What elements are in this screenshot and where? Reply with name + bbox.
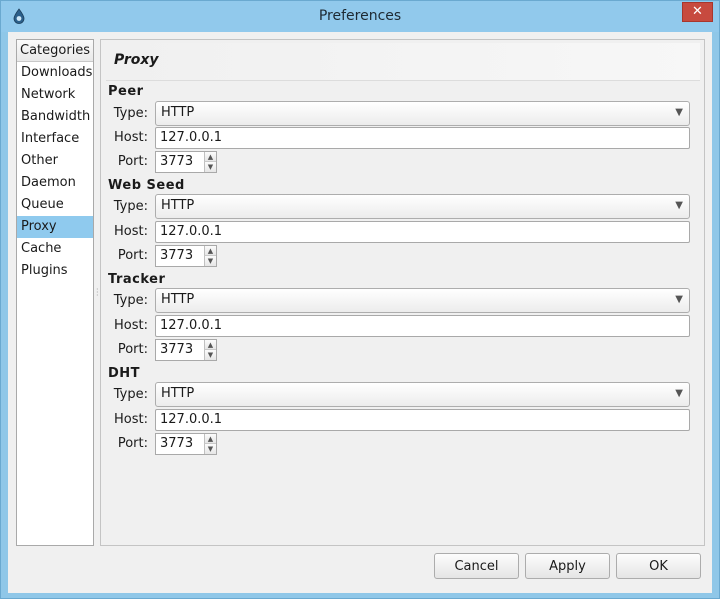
categories-list[interactable]: Categories Downloads Network Bandwidth I…	[16, 39, 94, 546]
category-cache[interactable]: Cache	[17, 238, 93, 260]
category-other[interactable]: Other	[17, 150, 93, 172]
web-seed-port-value: 3773	[160, 248, 194, 263]
category-proxy[interactable]: Proxy	[17, 216, 93, 238]
peer-port-spinner[interactable]: 3773 ▲ ▼	[155, 151, 217, 173]
port-label: Port:	[117, 248, 148, 263]
type-label: Type:	[113, 199, 148, 214]
tracker-host-input[interactable]: 127.0.0.1	[155, 315, 690, 337]
port-label: Port:	[117, 436, 148, 451]
host-label: Host:	[114, 224, 148, 239]
tracker-port-spinner[interactable]: 3773 ▲ ▼	[155, 339, 217, 361]
peer-port-value: 3773	[160, 154, 194, 169]
section-title-web-seed: Web Seed	[108, 178, 185, 193]
section-title-peer: Peer	[108, 84, 144, 99]
spin-down-icon[interactable]: ▼	[204, 350, 216, 360]
apply-button[interactable]: Apply	[525, 553, 610, 579]
panel-header: Proxy	[106, 43, 700, 81]
chevron-down-icon: ▼	[675, 294, 683, 305]
close-button[interactable]: ✕	[682, 2, 713, 22]
dht-host-input[interactable]: 127.0.0.1	[155, 409, 690, 431]
chevron-down-icon: ▼	[675, 200, 683, 211]
category-bandwidth[interactable]: Bandwidth	[17, 106, 93, 128]
dht-port-spinner[interactable]: 3773 ▲ ▼	[155, 433, 217, 455]
port-label: Port:	[117, 154, 148, 169]
categories-header[interactable]: Categories	[17, 40, 93, 62]
web-seed-host-input[interactable]: 127.0.0.1	[155, 221, 690, 243]
title-bar[interactable]: Preferences ✕	[1, 1, 719, 32]
ok-button[interactable]: OK	[616, 553, 701, 579]
web-seed-type-value: HTTP	[161, 198, 195, 213]
section-title-tracker: Tracker	[108, 272, 166, 287]
spin-down-icon[interactable]: ▼	[204, 162, 216, 172]
dht-type-value: HTTP	[161, 386, 195, 401]
peer-type-select[interactable]: HTTP ▼	[155, 101, 690, 126]
chevron-down-icon: ▼	[675, 107, 683, 118]
peer-type-value: HTTP	[161, 105, 195, 120]
web-seed-port-spinner[interactable]: 3773 ▲ ▼	[155, 245, 217, 267]
spin-up-icon[interactable]: ▲	[204, 246, 216, 256]
preferences-window: Preferences ✕ Categories Downloads Netwo…	[0, 0, 720, 599]
category-network[interactable]: Network	[17, 84, 93, 106]
type-label: Type:	[113, 387, 148, 402]
category-queue[interactable]: Queue	[17, 194, 93, 216]
spin-down-icon[interactable]: ▼	[204, 256, 216, 266]
tracker-type-value: HTTP	[161, 292, 195, 307]
dht-port-value: 3773	[160, 436, 194, 451]
proxy-settings-panel: Proxy Peer Type: HTTP ▼ Host: 127.0.0.1 …	[100, 39, 705, 546]
cancel-button[interactable]: Cancel	[434, 553, 519, 579]
dialog-body: Categories Downloads Network Bandwidth I…	[8, 32, 712, 593]
spin-up-icon[interactable]: ▲	[204, 434, 216, 444]
spin-up-icon[interactable]: ▲	[204, 152, 216, 162]
peer-host-input[interactable]: 127.0.0.1	[155, 127, 690, 149]
category-interface[interactable]: Interface	[17, 128, 93, 150]
panel-title: Proxy	[114, 52, 159, 68]
tracker-type-select[interactable]: HTTP ▼	[155, 288, 690, 313]
web-seed-type-select[interactable]: HTTP ▼	[155, 194, 690, 219]
spin-down-icon[interactable]: ▼	[204, 444, 216, 454]
port-label: Port:	[117, 342, 148, 357]
category-downloads[interactable]: Downloads	[17, 62, 93, 84]
spin-up-icon[interactable]: ▲	[204, 340, 216, 350]
category-plugins[interactable]: Plugins	[17, 260, 93, 282]
tracker-port-value: 3773	[160, 342, 194, 357]
chevron-down-icon: ▼	[675, 388, 683, 399]
host-label: Host:	[114, 412, 148, 427]
dht-type-select[interactable]: HTTP ▼	[155, 382, 690, 407]
type-label: Type:	[113, 293, 148, 308]
window-title: Preferences	[318, 8, 402, 24]
host-label: Host:	[114, 130, 148, 145]
type-label: Type:	[113, 106, 148, 121]
section-title-dht: DHT	[108, 366, 141, 381]
host-label: Host:	[114, 318, 148, 333]
category-daemon[interactable]: Daemon	[17, 172, 93, 194]
